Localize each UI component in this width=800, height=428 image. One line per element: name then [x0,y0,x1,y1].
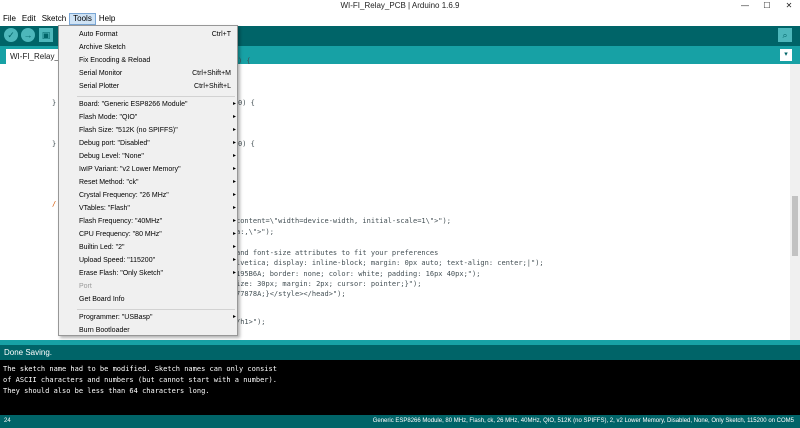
submenu-arrow-icon: ▸ [232,231,236,237]
menu-item-port: Port [79,283,92,290]
menu-item-flash-frequency[interactable]: Flash Frequency: "40MHz" ▸ [79,215,237,228]
menu-item-erase-flash[interactable]: Erase Flash: "Only Sketch" ▸ [79,267,237,280]
serial-monitor-icon[interactable]: ⌕ [778,28,792,42]
menu-item-debug-level[interactable]: Debug Level: "None" ▸ [79,150,237,163]
menu-help[interactable]: Help [96,13,118,25]
submenu-arrow-icon: ▸ [232,114,236,120]
submenu-arrow-icon: ▸ [232,127,236,133]
code-line: } [52,99,57,107]
title-bar: WI-FI_Relay_PCB | Arduino 1.6.9 — ☐ ✕ [0,0,800,12]
submenu-arrow-icon: ▸ [232,153,236,159]
window-controls: — ☐ ✕ [734,0,800,12]
menu-separator [77,309,235,310]
menu-tools[interactable]: Tools [69,13,96,25]
submenu-arrow-icon: ▸ [232,205,236,211]
code-line: /h1>"); [236,318,266,326]
scrollbar-thumb[interactable] [792,196,798,256]
line-number: 24 [4,418,11,424]
menu-item-debug-port[interactable]: Debug port: "Disabled" ▸ [79,137,237,150]
code-line: } [52,140,57,148]
console-line: of ASCII characters and numbers (but can… [3,376,277,384]
submenu-arrow-icon: ▸ [232,244,236,250]
board-config: Generic ESP8266 Module, 80 MHz, Flash, c… [372,418,794,424]
menu-bar: File Edit Sketch Tools Help [0,13,800,25]
code-line: ize: 30px; margin: 2px; cursor: pointer;… [236,280,422,288]
upload-button[interactable]: → [21,28,35,42]
menu-item-board[interactable]: Board: "Generic ESP8266 Module" ▸ [79,98,237,111]
menu-item-builtin-led[interactable]: Builtin Led: "2" ▸ [79,241,237,254]
menu-separator [77,96,235,97]
submenu-arrow-icon: ▸ [232,218,236,224]
tools-dropdown-menu: Auto Format Ctrl+T Archive Sketch Fix En… [58,25,238,336]
menu-item-serial-plotter[interactable]: Serial Plotter Ctrl+Shift+L [79,80,237,93]
console-line: The sketch name had to be modified. Sket… [3,365,277,373]
menu-item-flash-size[interactable]: Flash Size: "512K (no SPIFFS)" ▸ [79,124,237,137]
window-title: WI-FI_Relay_PCB | Arduino 1.6.9 [340,1,460,10]
menu-item-burn-bootloader[interactable]: Burn Bootloader [79,324,237,337]
submenu-arrow-icon: ▸ [232,179,236,185]
menu-item-archive-sketch[interactable]: Archive Sketch [79,41,237,54]
code-line: 77878A;}</style></head>"); [236,290,346,298]
close-button[interactable]: ✕ [778,0,800,12]
submenu-arrow-icon: ▸ [232,101,236,107]
code-line: / [52,200,57,208]
submenu-arrow-icon: ▸ [232,166,236,172]
menu-item-fix-encoding[interactable]: Fix Encoding & Reload [79,54,237,67]
new-button[interactable]: ▣ [39,28,53,42]
code-line: and font-size attributes to fit your pre… [236,249,439,257]
menu-item-vtables[interactable]: VTables: "Flash" ▸ [79,202,237,215]
code-line: lvetica; display: inline-block; margin: … [236,259,544,267]
maximize-button[interactable]: ☐ [756,0,778,12]
code-line: content=\"width=device-width, initial-sc… [236,217,451,225]
code-line: 0) { [238,99,255,107]
minimize-button[interactable]: — [734,0,756,12]
menu-item-reset-method[interactable]: Reset Method: "ck" ▸ [79,176,237,189]
menu-item-get-board-info[interactable]: Get Board Info [79,293,237,306]
console-output: The sketch name had to be modified. Sket… [0,360,800,415]
bottom-status-bar: 24 Generic ESP8266 Module, 80 MHz, Flash… [0,415,800,428]
menu-item-auto-format[interactable]: Auto Format Ctrl+T [79,28,237,41]
verify-button[interactable]: ✓ [4,28,18,42]
menu-item-lwip-variant[interactable]: IwIP Variant: "v2 Lower Memory" ▸ [79,163,237,176]
menu-item-flash-mode[interactable]: Flash Mode: "QIO" ▸ [79,111,237,124]
tab-menu-icon[interactable]: ▾ [780,49,792,61]
submenu-arrow-icon: ▸ [232,140,236,146]
submenu-arrow-icon: ▸ [232,314,236,320]
menu-item-crystal-frequency[interactable]: Crystal Frequency: "26 MHz" ▸ [79,189,237,202]
menu-sketch[interactable]: Sketch [39,13,69,25]
console-line: They should also be less than 64 charact… [3,387,210,395]
code-line: a:,\">"); [236,228,274,236]
status-message: Done Saving. [0,345,800,360]
submenu-arrow-icon: ▸ [232,270,236,276]
code-line: 0) { [238,140,255,148]
submenu-arrow-icon: ▸ [232,257,236,263]
code-line: ) { [238,57,251,65]
menu-item-programmer[interactable]: Programmer: "USBasp" ▸ [79,311,237,324]
code-line: 195B6A; border: none; color: white; padd… [236,270,481,278]
submenu-arrow-icon: ▸ [232,192,236,198]
menu-file[interactable]: File [0,13,19,25]
menu-item-serial-monitor[interactable]: Serial Monitor Ctrl+Shift+M [79,67,237,80]
menu-edit[interactable]: Edit [19,13,39,25]
menu-item-upload-speed[interactable]: Upload Speed: "115200" ▸ [79,254,237,267]
menu-item-cpu-frequency[interactable]: CPU Frequency: "80 MHz" ▸ [79,228,237,241]
